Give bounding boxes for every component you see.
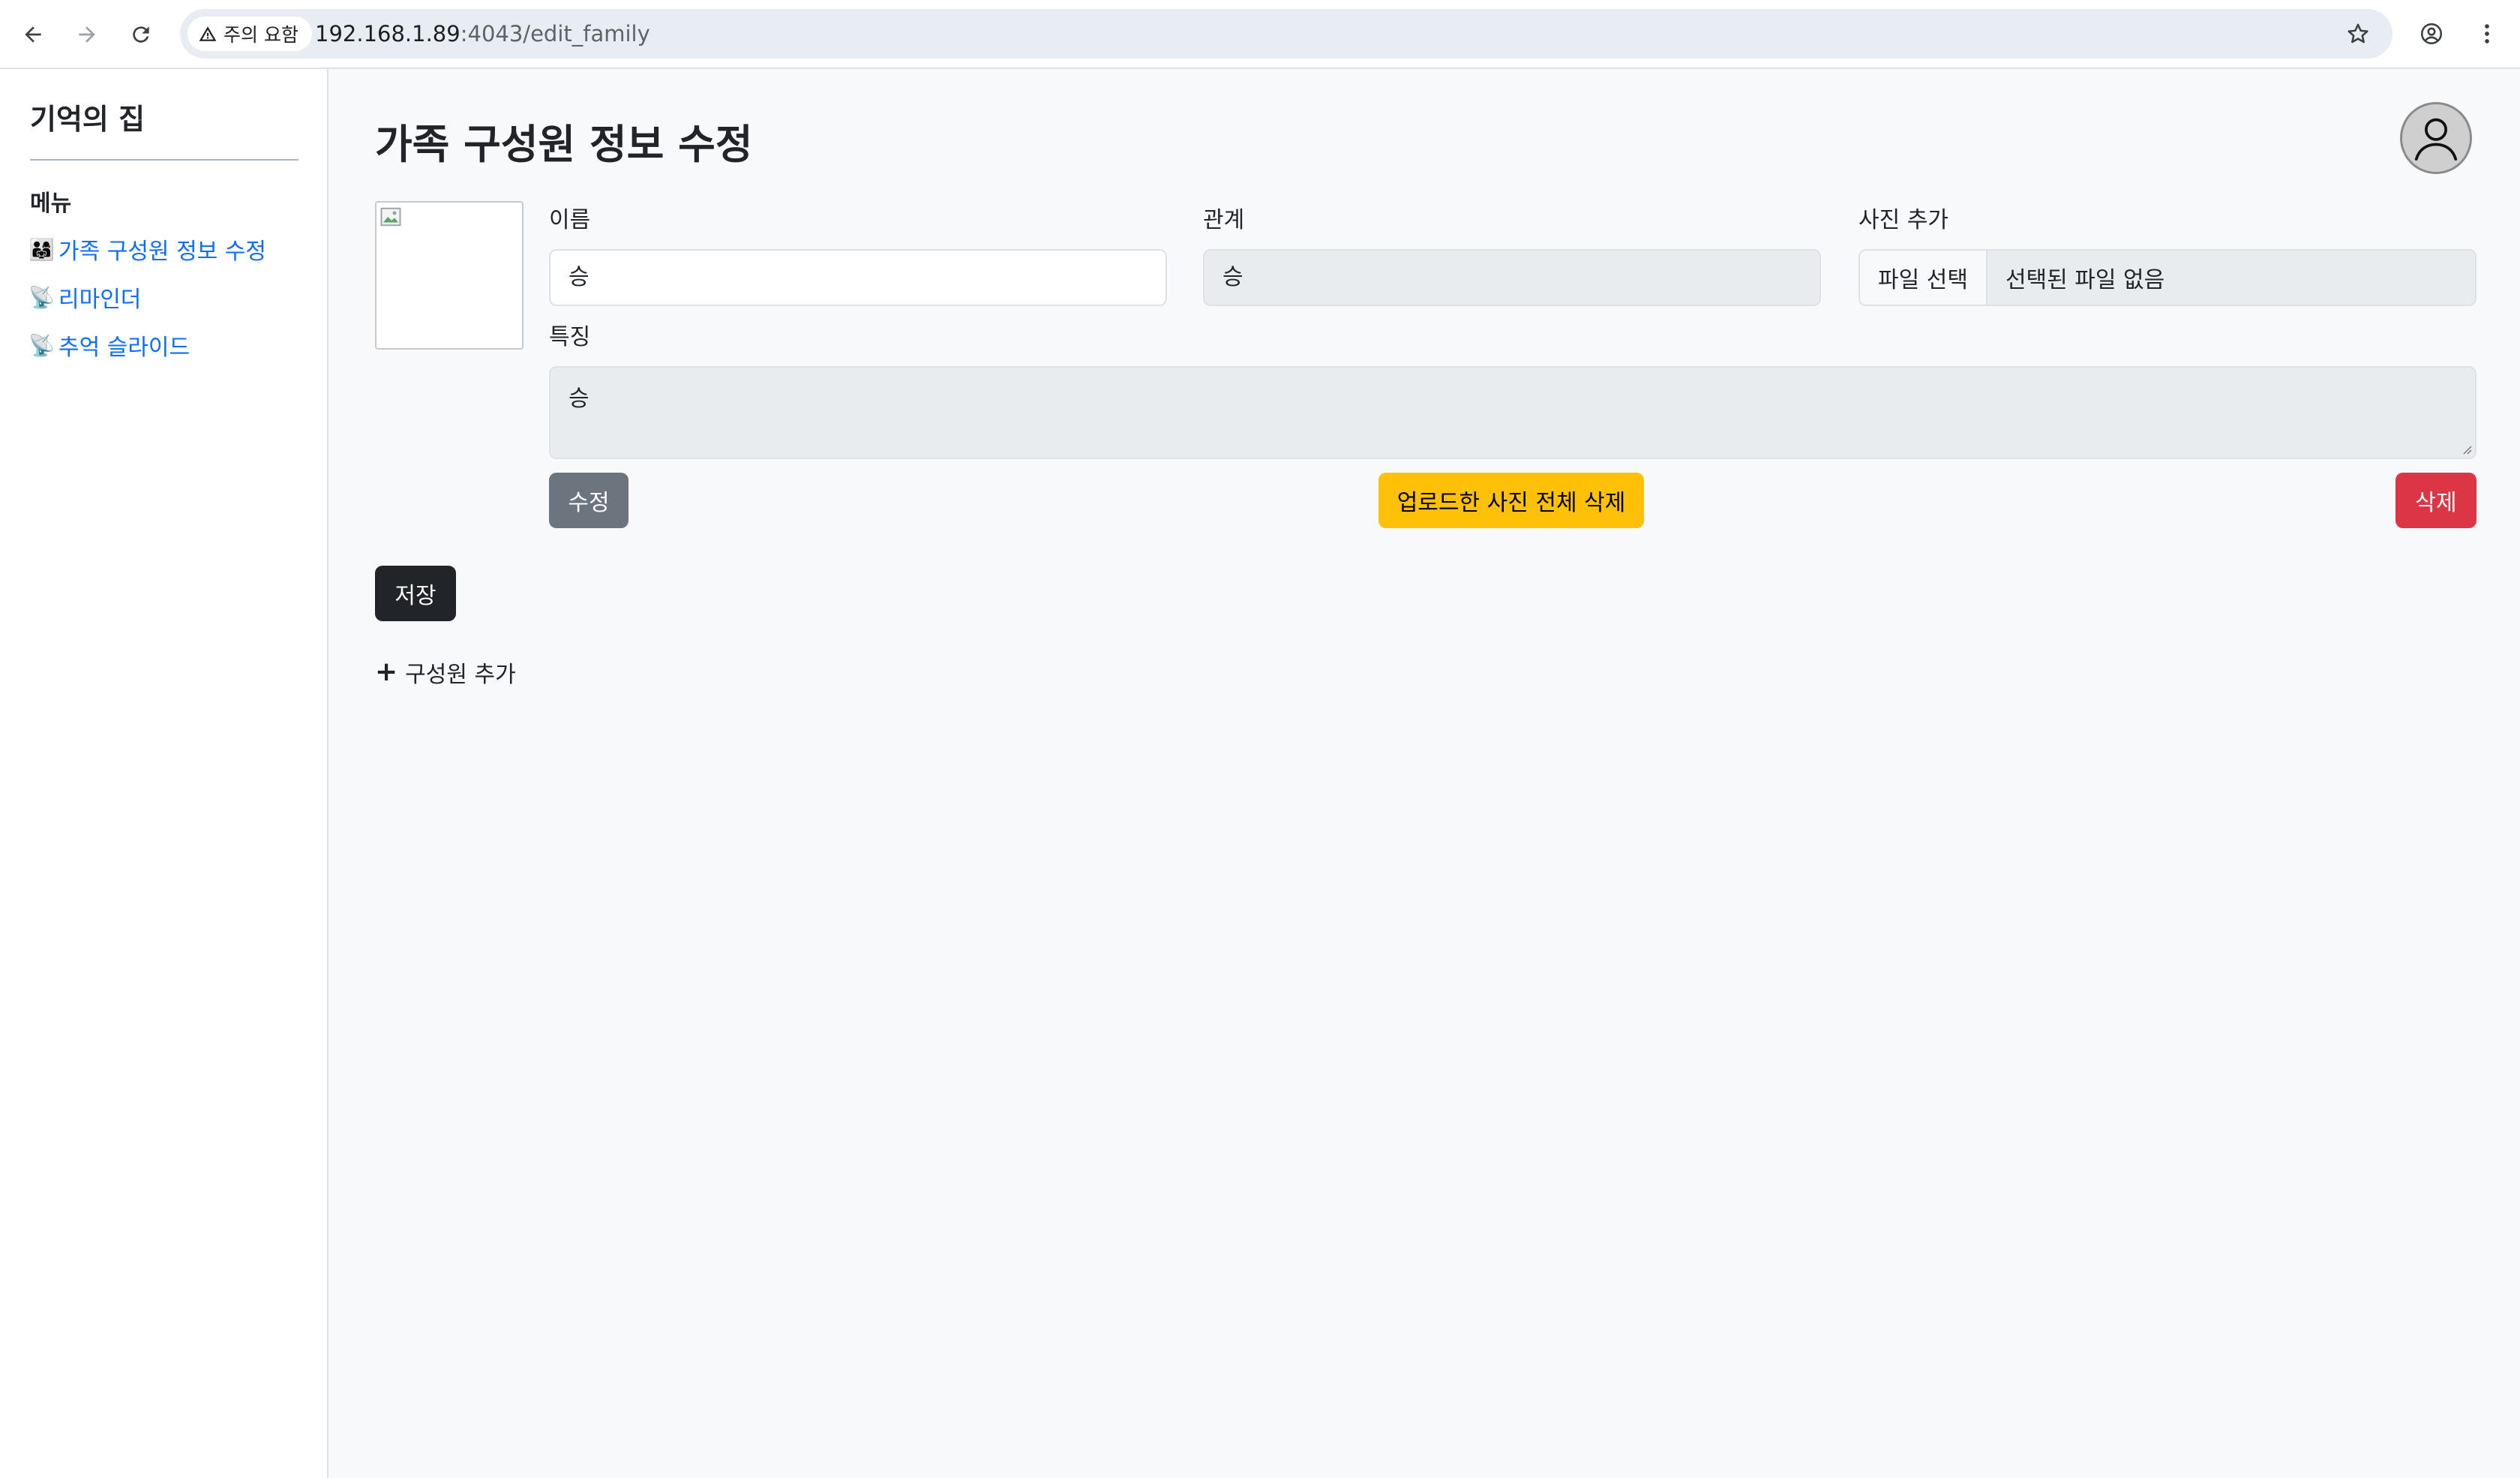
plus-icon: + xyxy=(375,656,398,687)
save-button[interactable]: 저장 xyxy=(375,566,456,621)
warning-icon xyxy=(199,26,217,41)
satellite-icon: 📡 xyxy=(28,332,55,358)
broken-image-icon xyxy=(380,207,401,227)
name-input[interactable]: 승 xyxy=(549,249,1167,306)
forward-icon[interactable] xyxy=(69,17,105,53)
profile-icon[interactable] xyxy=(2414,16,2450,52)
security-chip[interactable]: 주의 요함 xyxy=(188,17,312,51)
sidebar-item-label: 리마인더 xyxy=(58,287,142,313)
file-status: 선택된 파일 없음 xyxy=(2005,267,2165,293)
browser-menu-icon[interactable] xyxy=(2469,16,2505,52)
sidebar-item-reminder[interactable]: 📡 리마인더 xyxy=(28,281,141,314)
address-bar[interactable]: 주의 요함 192.168.1.89:4043/edit_family xyxy=(180,9,2392,59)
sidebar: 기억의 집 메뉴 👨‍👩‍👧 가족 구성원 정보 수정 📡 리마인더 📡 추억 … xyxy=(0,69,328,1478)
feature-textarea[interactable]: 승 xyxy=(549,366,2476,459)
browser-toolbar: 주의 요함 192.168.1.89:4043/edit_family xyxy=(0,0,2520,69)
photo-add-label: 사진 추가 xyxy=(1858,207,1948,233)
sidebar-item-slideshow[interactable]: 📡 추억 슬라이드 xyxy=(28,329,190,362)
sidebar-item-label: 추억 슬라이드 xyxy=(58,335,190,361)
sidebar-item-edit-family[interactable]: 👨‍👩‍👧 가족 구성원 정보 수정 xyxy=(28,233,266,266)
delete-member-button[interactable]: 삭제 xyxy=(2396,473,2476,528)
bookmark-star-icon[interactable] xyxy=(2340,16,2376,52)
delete-all-photos-button[interactable]: 업로드한 사진 전체 삭제 xyxy=(1378,473,1644,528)
main-content: 가족 구성원 정보 수정 이름 승 관계 승 사진 추가 파일 선택 선택된 파… xyxy=(328,69,2520,1478)
feature-text: 승 xyxy=(568,386,590,412)
user-avatar-icon[interactable] xyxy=(2400,102,2472,174)
satellite-icon: 📡 xyxy=(28,284,55,310)
security-label: 주의 요함 xyxy=(224,24,298,46)
back-icon[interactable] xyxy=(15,17,51,53)
url-host: 192.168.1.89 xyxy=(315,21,460,47)
url-text[interactable]: 192.168.1.89:4043/edit_family xyxy=(315,9,650,59)
url-path: :4043/edit_family xyxy=(460,21,650,47)
edit-button[interactable]: 수정 xyxy=(549,473,628,528)
photo-file-input[interactable]: 파일 선택 선택된 파일 없음 xyxy=(1858,249,2476,306)
sidebar-item-label: 가족 구성원 정보 수정 xyxy=(58,239,267,265)
member-photo xyxy=(375,201,524,350)
sidebar-divider xyxy=(30,159,298,161)
name-label: 이름 xyxy=(549,207,591,233)
choose-file-button[interactable]: 파일 선택 xyxy=(1860,251,1988,305)
brand-title: 기억의 집 xyxy=(30,103,146,136)
add-member-link[interactable]: + 구성원 추가 xyxy=(375,656,516,689)
relation-label: 관계 xyxy=(1203,207,1245,233)
resize-handle-icon[interactable] xyxy=(2460,443,2472,455)
feature-label: 특징 xyxy=(549,324,591,350)
reload-icon[interactable] xyxy=(123,17,159,53)
relation-input[interactable]: 승 xyxy=(1203,249,1821,306)
menu-heading: 메뉴 xyxy=(30,191,72,217)
family-icon: 👨‍👩‍👧 xyxy=(28,236,55,262)
add-member-label: 구성원 추가 xyxy=(405,662,516,688)
page-title: 가족 구성원 정보 수정 xyxy=(375,121,753,168)
